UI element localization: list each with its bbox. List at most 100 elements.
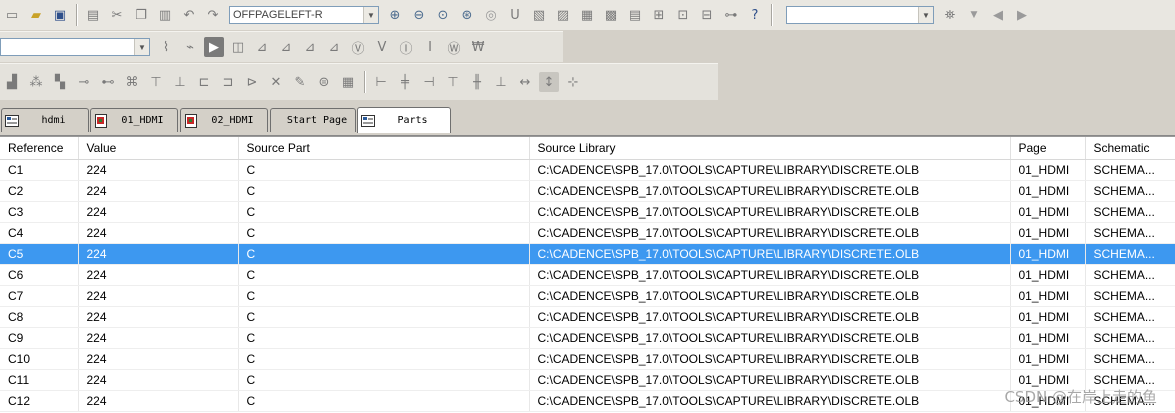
table-row[interactable]: C12 224 C C:\CADENCE\SPB_17.0\TOOLS\CAPTURE… [0,390,1175,412]
tab-start-page[interactable]: Start Page [270,108,356,132]
table-cell[interactable]: C7 [0,285,79,307]
table-cell[interactable]: C [238,327,530,349]
next-icon[interactable]: ▶ [1012,5,1032,25]
table-row[interactable]: C8 224 C C:\CADENCE\SPB_17.0\TOOLS\CAPTURE\… [0,306,1175,328]
table-cell[interactable]: C1 [0,159,79,181]
table-cell[interactable]: 224 [78,369,239,391]
place-ground-icon[interactable]: ⊥ [170,72,190,92]
undo-icon[interactable]: ↶ [179,5,199,25]
filter-combo[interactable]: ▼ [0,38,150,56]
help-icon[interactable]: ? [745,5,765,25]
search-combo[interactable]: ▼ [786,6,934,24]
table-cell[interactable]: C:\CADENCE\SPB_17.0\TOOLS\CAPTURE\LIBRAR… [529,201,1011,223]
place-net-icon[interactable]: ⁂ [26,72,46,92]
table-cell[interactable]: C:\CADENCE\SPB_17.0\TOOLS\CAPTURE\LIBRAR… [529,159,1011,181]
bias-voltage-icon[interactable]: Ⓥ [348,37,368,57]
table-cell[interactable]: C [238,285,530,307]
table-cell[interactable]: C:\CADENCE\SPB_17.0\TOOLS\CAPTURE\LIBRAR… [529,369,1011,391]
table-cell[interactable]: C:\CADENCE\SPB_17.0\TOOLS\CAPTURE\LIBRAR… [529,306,1011,328]
run-icon[interactable]: ▶ [204,37,224,57]
project-manager-icon[interactable]: ⊡ [673,5,693,25]
table-cell[interactable]: 01_HDMI [1010,285,1086,307]
current-marker-icon[interactable]: ⊿ [276,37,296,57]
table-cell[interactable]: 01_HDMI [1010,348,1086,370]
column-header-page[interactable]: Page [1010,137,1086,160]
table-cell[interactable]: C:\CADENCE\SPB_17.0\TOOLS\CAPTURE\LIBRAR… [529,180,1011,202]
table-cell[interactable]: 224 [78,159,239,181]
table-cell[interactable]: C:\CADENCE\SPB_17.0\TOOLS\CAPTURE\LIBRAR… [529,327,1011,349]
table-cell[interactable]: SCHEMA... [1085,180,1175,202]
table-row[interactable]: C2 224 C C:\CADENCE\SPB_17.0\TOOLS\CAPTURE\… [0,180,1175,202]
zoom-area-icon[interactable]: ⊙ [433,5,453,25]
power-display-icon[interactable]: ₩ [468,37,488,57]
off-page-connector-icon[interactable]: ⊳ [242,72,262,92]
table-row[interactable]: C10 224 C C:\CADENCE\SPB_17.0\TOOLS\CAPTURE… [0,348,1175,370]
voltage-marker-icon[interactable]: ⊿ [252,37,272,57]
table-cell[interactable]: C10 [0,348,79,370]
netlist-icon[interactable]: ▦ [577,5,597,25]
table-cell[interactable]: 224 [78,327,239,349]
table-cell[interactable]: C:\CADENCE\SPB_17.0\TOOLS\CAPTURE\LIBRAR… [529,264,1011,286]
hierarchical-port-icon[interactable]: ⊐ [218,72,238,92]
align-middle-icon[interactable]: ╫ [467,72,487,92]
table-cell[interactable]: C [238,348,530,370]
chevron-down-icon[interactable]: ▼ [918,7,933,23]
redo-icon[interactable]: ↷ [203,5,223,25]
table-cell[interactable]: SCHEMA... [1085,159,1175,181]
place-power-icon[interactable]: ⊤ [146,72,166,92]
table-cell[interactable]: C8 [0,306,79,328]
previous-icon[interactable]: ◀ [988,5,1008,25]
table-cell[interactable]: SCHEMA... [1085,285,1175,307]
tab-01-hdmi[interactable]: 01_HDMI [90,108,178,132]
table-cell[interactable]: 01_HDMI [1010,327,1086,349]
page-combo[interactable]: OFFPAGELEFT-R ▼ [229,6,379,24]
zoom-all-icon[interactable]: ⊛ [457,5,477,25]
current-display-icon[interactable]: Ⅰ [420,37,440,57]
align-top-icon[interactable]: ⊤ [443,72,463,92]
column-header-reference[interactable]: Reference [0,137,79,160]
simulation-profile-icon[interactable]: ⌁ [180,37,200,57]
align-left-icon[interactable]: ⊢ [371,72,391,92]
table-cell[interactable]: 224 [78,201,239,223]
table-row[interactable]: C3 224 C C:\CADENCE\SPB_17.0\TOOLS\CAPTURE\… [0,201,1175,223]
power-marker-icon[interactable]: ⊿ [300,37,320,57]
zoom-in-icon[interactable]: ⊕ [385,5,405,25]
hierarchical-block-icon[interactable]: ⊏ [194,72,214,92]
table-cell[interactable]: C5 [0,243,79,265]
table-cell[interactable]: C:\CADENCE\SPB_17.0\TOOLS\CAPTURE\LIBRAR… [529,222,1011,244]
waveform-icon[interactable]: ⌇ [156,37,176,57]
table-row[interactable]: C6 224 C C:\CADENCE\SPB_17.0\TOOLS\CAPTURE\… [0,264,1175,286]
table-cell[interactable]: 01_HDMI [1010,264,1086,286]
column-header-schematic[interactable]: Schematic [1085,137,1175,160]
table-cell[interactable]: 224 [78,243,239,265]
print-icon[interactable]: ▤ [83,5,103,25]
distribute-vertical-icon[interactable]: ↕ [539,72,559,92]
snap-grid-icon[interactable]: ⊞ [649,5,669,25]
table-row[interactable]: C4 224 C C:\CADENCE\SPB_17.0\TOOLS\CAPTURE\… [0,222,1175,244]
table-row[interactable]: C11 224 C C:\CADENCE\SPB_17.0\TOOLS\CAPTURE… [0,369,1175,391]
align-bottom-icon[interactable]: ⊥ [491,72,511,92]
tab-hdmi[interactable]: hdmi [1,108,89,132]
table-cell[interactable]: C [238,306,530,328]
edit-properties-icon[interactable]: ⊜ [314,72,334,92]
voltage-display-icon[interactable]: Ⅴ [372,37,392,57]
hierarchy-icon[interactable]: ⊶ [721,5,741,25]
table-row[interactable]: C9 224 C C:\CADENCE\SPB_17.0\TOOLS\CAPTURE\… [0,327,1175,349]
table-cell[interactable]: 224 [78,264,239,286]
table-cell[interactable]: 224 [78,222,239,244]
table-cell[interactable]: C [238,369,530,391]
no-connect-icon[interactable]: ✕ [266,72,286,92]
column-header-source-part[interactable]: Source Part [238,137,530,160]
table-cell[interactable]: SCHEMA... [1085,348,1175,370]
save-icon[interactable]: ▣ [50,5,70,25]
dropdown-arrow-icon[interactable]: ▼ [964,5,984,25]
tab-parts[interactable]: Parts [357,107,451,133]
table-cell[interactable]: 224 [78,348,239,370]
binoculars-icon[interactable]: ⛯ [940,5,960,25]
table-cell[interactable]: C:\CADENCE\SPB_17.0\TOOLS\CAPTURE\LIBRAR… [529,390,1011,412]
column-header-source-library[interactable]: Source Library [529,137,1011,160]
column-header-value[interactable]: Value [78,137,239,160]
snap-icon[interactable]: ⊹ [563,72,583,92]
table-cell[interactable]: 01_HDMI [1010,306,1086,328]
table-cell[interactable]: C6 [0,264,79,286]
